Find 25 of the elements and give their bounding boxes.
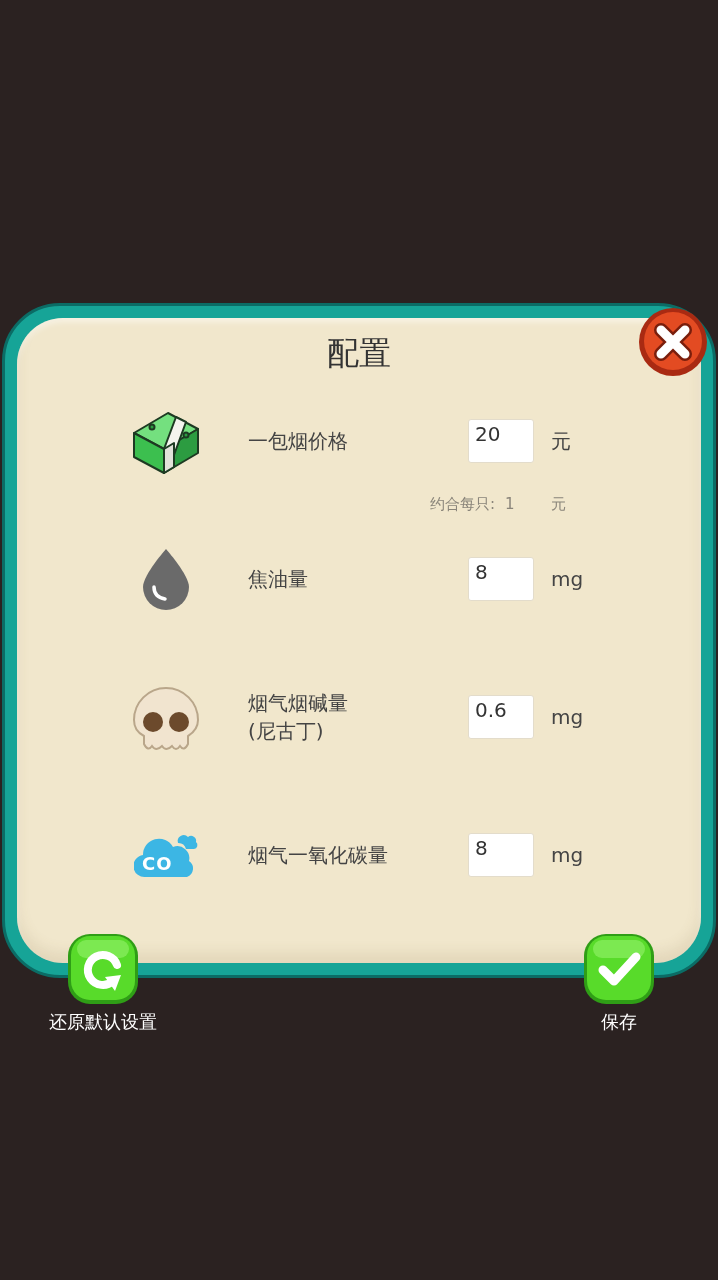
unit-label: mg (551, 843, 584, 867)
unit-label: 元 (551, 427, 571, 455)
check-icon (583, 933, 655, 1005)
per-item-value: 1 (505, 495, 515, 513)
setting-label: 焦油量 (248, 566, 308, 593)
dialog-title: 配置 (327, 333, 391, 373)
input-field[interactable]: 8 (468, 833, 534, 877)
close-button[interactable] (638, 307, 708, 377)
setting-label: 烟气烟碱量 (248, 690, 348, 717)
reset-button[interactable]: 还原默认设置 (49, 933, 157, 1034)
save-button[interactable]: 保存 (583, 933, 655, 1034)
input-field[interactable]: 8 (468, 557, 534, 601)
unit-label: mg (551, 567, 584, 591)
input-field[interactable]: 20 (468, 419, 534, 463)
drop-icon (140, 547, 192, 611)
setting-sublabel: (尼古丁) (248, 718, 324, 745)
setting-label: 一包烟价格 (248, 428, 348, 455)
refresh-icon (67, 933, 139, 1005)
unit-label: mg (551, 705, 584, 729)
setting-label: 烟气一氧化碳量 (248, 842, 388, 869)
close-icon (638, 307, 708, 377)
unit-label: 元 (551, 494, 566, 514)
per-item-label: 约合每只: (430, 494, 496, 514)
icon-label: CO (142, 854, 173, 874)
input-field[interactable]: 0.6 (468, 695, 534, 739)
